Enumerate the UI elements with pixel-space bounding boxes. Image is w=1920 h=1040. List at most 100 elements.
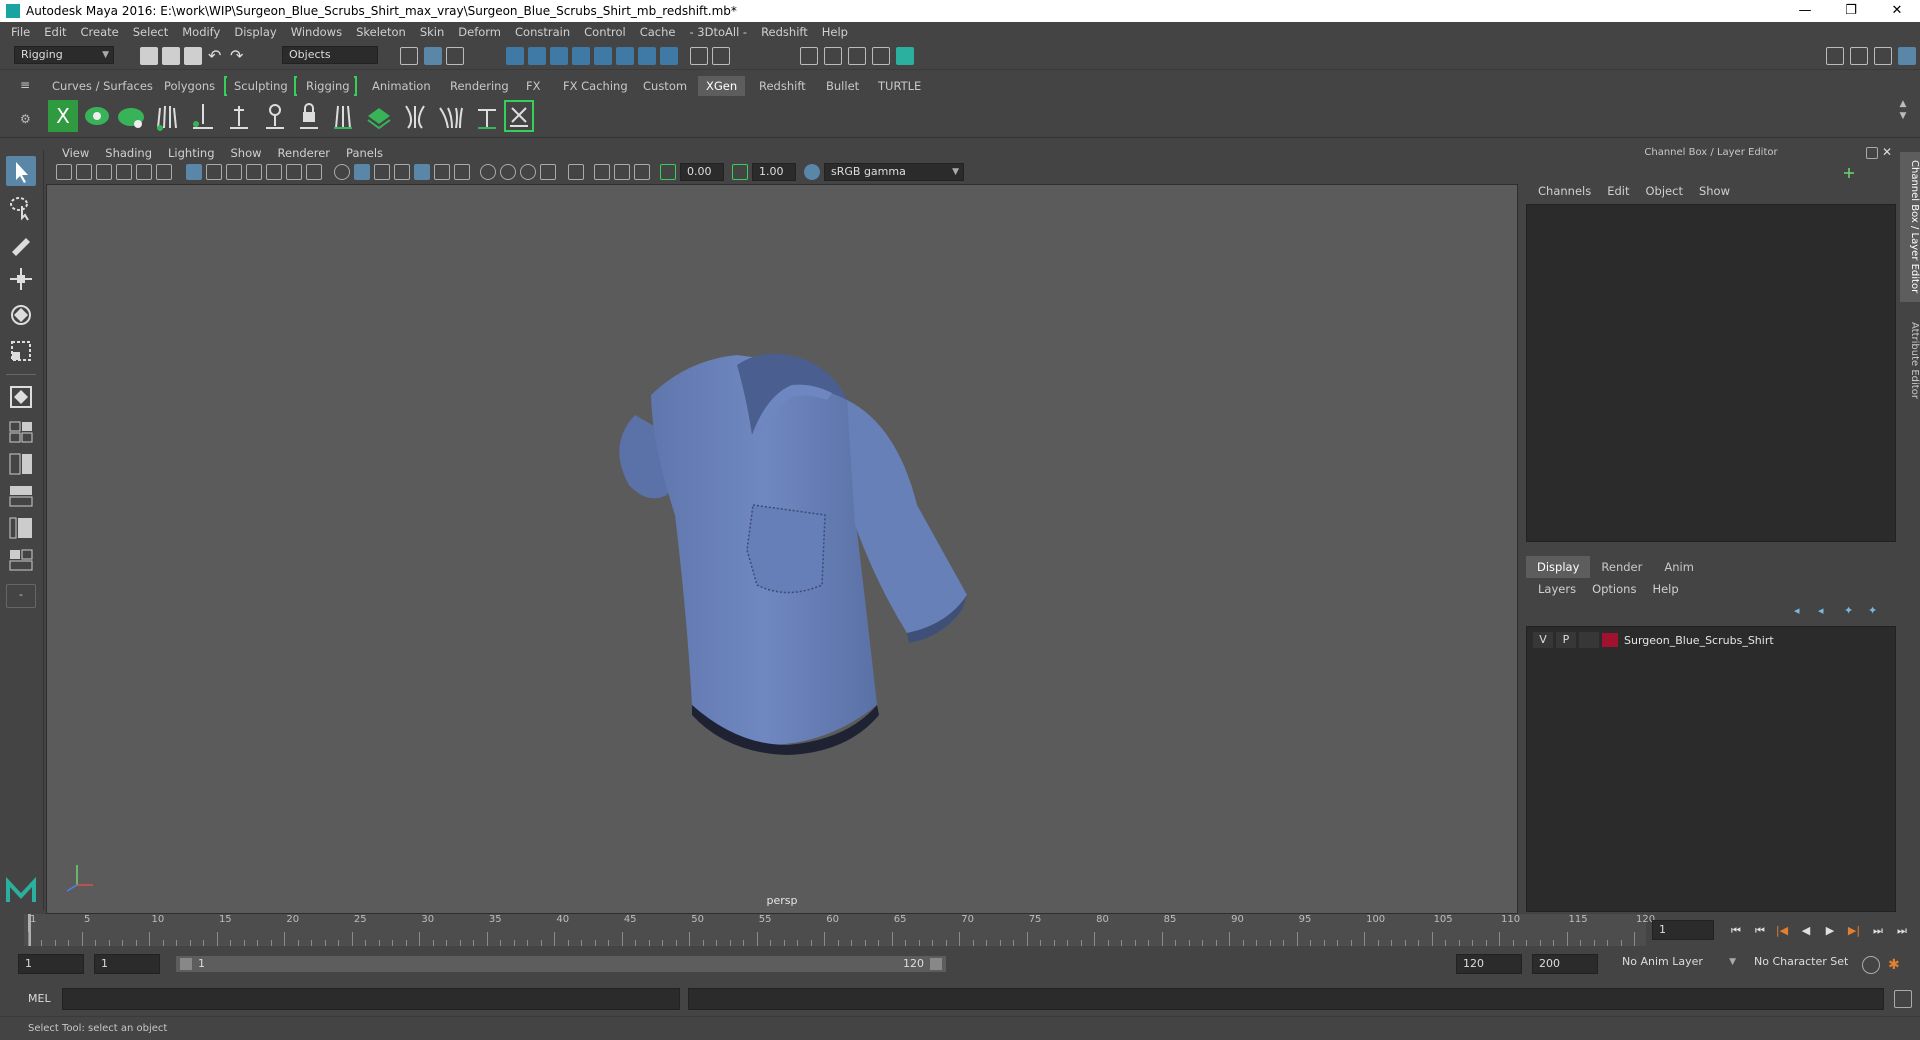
range-end-handle[interactable] [930,958,942,970]
lights-icon[interactable] [434,164,450,180]
scale-tool-icon[interactable] [6,336,36,366]
grid-toggle-icon[interactable] [186,164,202,180]
xgen-lock-guide-icon[interactable] [294,100,324,132]
tab-attribute-editor[interactable]: Attribute Editor [1900,310,1920,410]
character-set-dropdown[interactable]: No Character Set [1748,954,1858,974]
gamma-input[interactable]: 1.00 [752,163,796,181]
tab-turtle[interactable]: TURTLE [870,76,929,96]
field-chart-icon[interactable] [266,164,282,180]
move-layer-down-icon[interactable]: ◂ [1818,604,1836,620]
textured-icon[interactable] [414,164,430,180]
viewport-menu-shading[interactable]: Shading [97,146,160,160]
layout-two-panes-icon[interactable] [6,452,36,476]
layer-row[interactable]: V P Surgeon_Blue_Scrubs_Shirt [1533,631,1889,649]
playback-start-input[interactable]: 1 [94,954,160,974]
tab-animation[interactable]: Animation [364,76,439,96]
xray-icon[interactable] [594,164,610,180]
tab-display[interactable]: Display [1526,556,1591,578]
tab-bullet[interactable]: Bullet [818,76,867,96]
menu-select[interactable]: Select [126,25,175,39]
move-tool-icon[interactable] [6,264,36,294]
move-layer-up-icon[interactable]: ◂ [1794,604,1812,620]
tab-fx[interactable]: FX [518,76,549,96]
menu-edit[interactable]: Edit [37,25,73,39]
go-to-start-icon[interactable]: ⏮ [1728,924,1744,938]
selection-mode-dropdown[interactable]: Objects [282,46,378,64]
tab-custom[interactable]: Custom [635,76,695,96]
viewport-menu-lighting[interactable]: Lighting [160,146,222,160]
channel-box-toggle-icon[interactable] [1898,47,1916,65]
anti-aliasing-icon[interactable] [520,164,536,180]
snap-view-icon[interactable] [572,47,590,65]
shelf-menu-icon[interactable]: ≡ [20,79,32,91]
xgen-clump-icon[interactable] [400,100,430,132]
redo-icon[interactable]: ↷ [230,47,248,65]
menu-cache[interactable]: Cache [633,25,683,39]
shadows-icon[interactable] [454,164,470,180]
close-button[interactable]: ✕ [1874,0,1920,22]
layout-more-icon[interactable]: - [6,584,36,608]
wireframe-on-shaded-icon[interactable] [394,164,410,180]
xgen-comb-icon[interactable] [436,100,466,132]
modeling-toolkit-icon[interactable] [1826,47,1844,65]
layer-color-swatch[interactable] [1602,633,1618,647]
gamma-icon[interactable] [732,164,748,180]
camera-select-icon[interactable] [56,164,72,180]
smooth-shade-icon[interactable] [354,164,370,180]
step-forward-key-icon[interactable]: ⏭ [1870,924,1886,938]
ambient-occlusion-icon[interactable] [480,164,496,180]
layer-visibility-toggle[interactable]: V [1533,632,1553,648]
snap-curve-icon[interactable] [528,47,546,65]
exposure-icon[interactable] [660,164,676,180]
animation-end-input[interactable]: 200 [1532,954,1598,974]
script-editor-icon[interactable] [1894,990,1912,1008]
xgen-utilities-icon[interactable] [504,100,534,132]
viewport-menu-panels[interactable]: Panels [338,146,391,160]
rotate-tool-icon[interactable] [6,300,36,330]
current-frame-input[interactable]: 1 [1652,920,1714,940]
channel-box-menu-object[interactable]: Object [1638,184,1691,198]
menu-display[interactable]: Display [227,25,283,39]
tool-settings-icon[interactable] [1874,47,1892,65]
save-scene-icon[interactable] [184,47,202,65]
timeline-track[interactable]: 1 5 10 15 20 25 30 35 40 45 50 55 60 65 70 75 80 85 90 95 10… [24,914,1655,946]
exposure-input[interactable]: 0.00 [680,163,724,181]
layer-name[interactable]: Surgeon_Blue_Scrubs_Shirt [1624,634,1774,647]
tab-redshift[interactable]: Redshift [751,76,814,96]
image-plane-icon[interactable] [116,164,132,180]
lock-icon[interactable] [690,47,708,65]
render-settings-icon[interactable] [872,47,890,65]
snap-surface-icon[interactable] [594,47,612,65]
maya-home-icon[interactable] [6,874,36,904]
layer-menu-help[interactable]: Help [1644,582,1686,596]
bookmark-icon[interactable] [96,164,112,180]
xgen-place-guide-icon[interactable] [188,100,218,132]
hypershade-icon[interactable] [896,47,914,65]
menu-redshift[interactable]: Redshift [754,25,815,39]
xgen-cut-icon[interactable] [472,100,502,132]
shelf-gear-icon[interactable]: ⚙ [20,112,34,126]
snap-live-icon[interactable] [638,47,656,65]
tab-anim[interactable]: Anim [1653,556,1705,578]
menu-help[interactable]: Help [815,25,855,39]
select-hierarchy-icon[interactable] [400,47,418,65]
menu-windows[interactable]: Windows [284,25,349,39]
undo-icon[interactable]: ↶ [208,47,226,65]
go-to-end-icon[interactable]: ⏭ [1894,924,1910,938]
range-bar[interactable]: 1 120 [176,956,946,972]
preferences-icon[interactable]: ✱ [1888,956,1906,974]
outliner-toggle-icon[interactable] [1850,47,1868,65]
xgen-guide-curves-icon[interactable] [328,100,358,132]
menu-create[interactable]: Create [74,25,126,39]
2d-pan-zoom-icon[interactable] [136,164,152,180]
tab-polygons[interactable]: Polygons [156,76,223,96]
xgen-preview-icon[interactable] [82,100,112,132]
new-layer-icon[interactable]: ✦ [1844,604,1862,620]
ipr-render-icon[interactable] [848,47,866,65]
range-start-handle[interactable] [180,958,192,970]
channel-box-menu-edit[interactable]: Edit [1599,184,1637,198]
xgen-collection-icon[interactable] [116,100,146,132]
select-tool-icon[interactable] [6,156,36,186]
minimize-button[interactable]: — [1782,0,1828,22]
tab-sculpting[interactable]: Sculpting [226,76,296,96]
